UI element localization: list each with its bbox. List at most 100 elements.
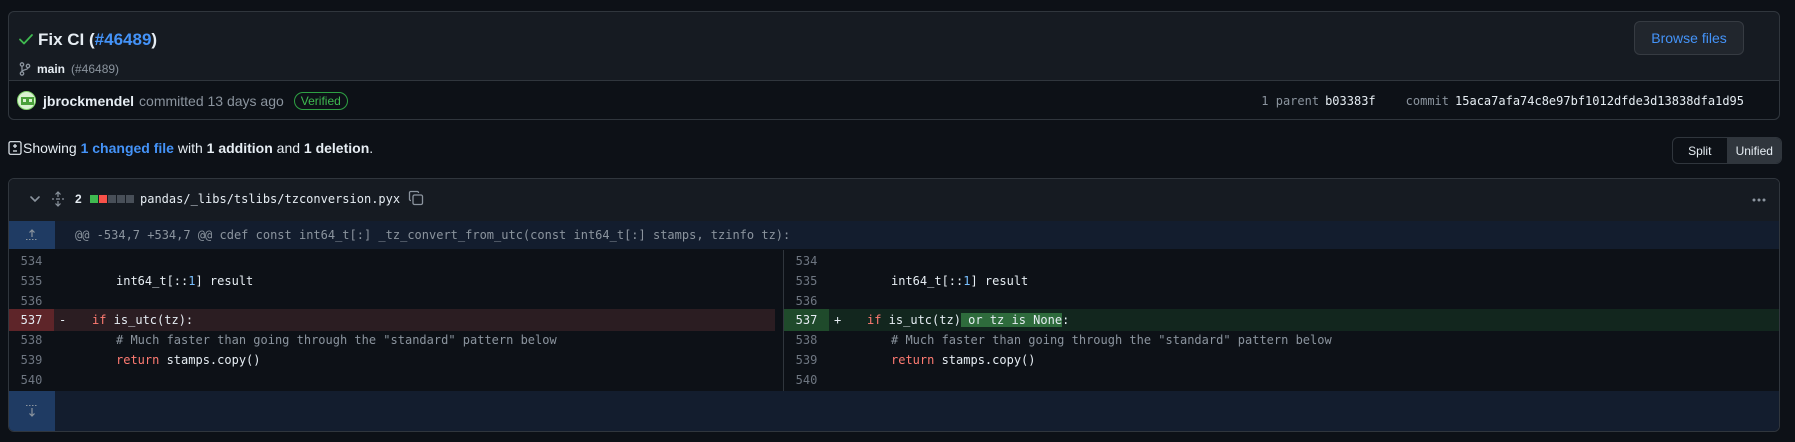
hunk-header: @@ -534,7 +534,7 @@ cdef const int64_t[:… [9,221,1779,249]
author-name[interactable]: jbrockmendel [43,93,134,109]
diffstat-neutral-block [126,195,134,203]
added-line: 537 + if is_utc(tz) or tz is None: [784,309,1779,331]
chevron-down-icon[interactable] [28,192,42,206]
diff-line: 535 int64_t[::1] result [9,270,775,292]
commit-time: committed 13 days ago [139,93,284,109]
code-token: ] result [195,274,254,288]
diff-line: 539 return stamps.copy() [784,349,1779,371]
diff-line: 539 return stamps.copy() [9,349,775,371]
parent-label: 1 parent [1261,94,1320,108]
code-line: if is_utc(tz): [92,309,193,331]
change-count: 2 [75,192,82,206]
diff-line: 534 [9,250,775,272]
code-comment: # Much faster than going through the "st… [116,333,557,347]
deletions-count: 1 deletion [303,140,370,156]
additions-count: 1 addition [206,140,273,156]
code-token: stamps.copy() [159,353,261,367]
diff-line: 538 # Much faster than going through the… [9,329,775,351]
code-token: return [116,353,160,367]
diff-line: 540 [784,369,1779,391]
commit-label: commit [1405,94,1450,108]
commit-title-suffix: ) [151,30,158,49]
kebab-menu-icon[interactable] [1751,192,1767,208]
code-token: if [92,313,107,327]
browse-files-button[interactable]: Browse files [1634,21,1744,55]
check-icon [19,34,33,45]
diff-line: 540 [9,369,775,391]
line-number[interactable]: 535 [9,270,54,292]
code-token: if [867,313,882,327]
commit-author-row: jbrockmendel committed 13 days ago Verif… [9,80,1779,119]
summary-with: with [177,140,203,156]
code-line: return stamps.copy() [116,349,261,371]
code-line: return stamps.copy() [891,349,1036,371]
line-number[interactable]: 534 [9,250,54,272]
code-line: if is_utc(tz) or tz is None: [867,309,1069,331]
expand-down-button[interactable] [9,391,55,431]
branch-pr: (#46489) [71,62,120,76]
code-token: stamps.copy() [934,353,1036,367]
code-token: : [1062,313,1070,327]
diffstat-neutral-block [117,195,125,203]
line-number[interactable]: 537 [9,309,54,331]
commit-sha: 15aca7afa74c8e97bf1012dfde3d13838dfa1d95 [1455,94,1744,108]
line-number[interactable]: 537 [784,309,829,331]
split-divider [783,250,784,391]
diffstat-add-block [90,195,98,203]
code-token: is_utc(tz): [106,313,194,327]
line-number[interactable]: 540 [9,369,54,391]
git-branch-icon [19,62,31,76]
code-comment: # Much faster than going through the "st… [891,333,1332,347]
hunk-text: @@ -534,7 +534,7 @@ cdef const int64_t[:… [75,228,791,242]
file-path[interactable]: pandas/_libs/tslibs/tzconversion.pyx [140,192,400,206]
line-number[interactable]: 539 [784,349,829,371]
deleted-line: 537 - if is_utc(tz): [9,309,775,331]
line-number[interactable]: 535 [784,270,829,292]
verified-badge[interactable]: Verified [293,92,348,110]
unified-button[interactable]: Unified [1726,138,1781,163]
avatar[interactable] [17,91,36,110]
commit-header: Fix CI (#46489) main (#46489) Browse fil… [8,11,1780,120]
file-diff-icon [8,141,22,155]
code-line: int64_t[::1] result [891,270,1028,292]
expand-footer [9,391,1779,431]
file-header: 2 pandas/_libs/tslibs/tzconversion.pyx [9,179,1779,222]
author-line: jbrockmendel committed 13 days ago Verif… [43,92,348,110]
line-number[interactable]: 538 [9,329,54,351]
commit-title: Fix CI (#46489) [38,30,157,50]
diff-summary: Showing 1 changed file with 1 addition a… [23,140,373,156]
addition-marker: + [834,313,842,327]
changed-files-link[interactable]: 1 changed file [81,140,174,156]
summary-and: and [276,140,301,156]
code-token: int64_t[:: [891,274,964,288]
diff-line: 534 [784,250,1779,272]
diff-line: 535 int64_t[::1] result [784,270,1779,292]
expand-all-icon[interactable] [51,191,65,207]
code-token: int64_t[:: [116,274,189,288]
commit-title-prefix: Fix CI ( [38,30,95,49]
code-line: int64_t[::1] result [116,270,253,292]
avatar-identicon [21,97,34,105]
diff-line: 538 # Much faster than going through the… [784,329,1779,351]
code-token: return [891,353,935,367]
commit-summary: Fix CI (#46489) main (#46489) Browse fil… [9,12,1779,80]
expand-up-button[interactable] [9,221,55,249]
diffstat-del-block [99,195,107,203]
expand-down-icon [26,405,38,417]
diffstat-neutral-block [108,195,116,203]
code-token: ] result [970,274,1029,288]
split-button[interactable]: Split [1673,138,1727,163]
branch-row: main (#46489) [19,62,119,76]
line-number[interactable]: 538 [784,329,829,351]
parent-sha-link[interactable]: b03383f [1325,94,1376,108]
line-number[interactable]: 539 [9,349,54,371]
line-number[interactable]: 534 [784,250,829,272]
deletion-marker: - [59,313,67,327]
line-number[interactable]: 540 [784,369,829,391]
pr-link[interactable]: #46489 [95,30,152,49]
commit-meta: 1 parent b03383f commit 15aca7afa74c8e97… [1261,94,1744,108]
diff-view-toggle: Split Unified [1672,137,1782,164]
copy-icon[interactable] [408,190,424,206]
branch-name[interactable]: main [37,62,65,76]
expand-up-icon [26,229,38,240]
